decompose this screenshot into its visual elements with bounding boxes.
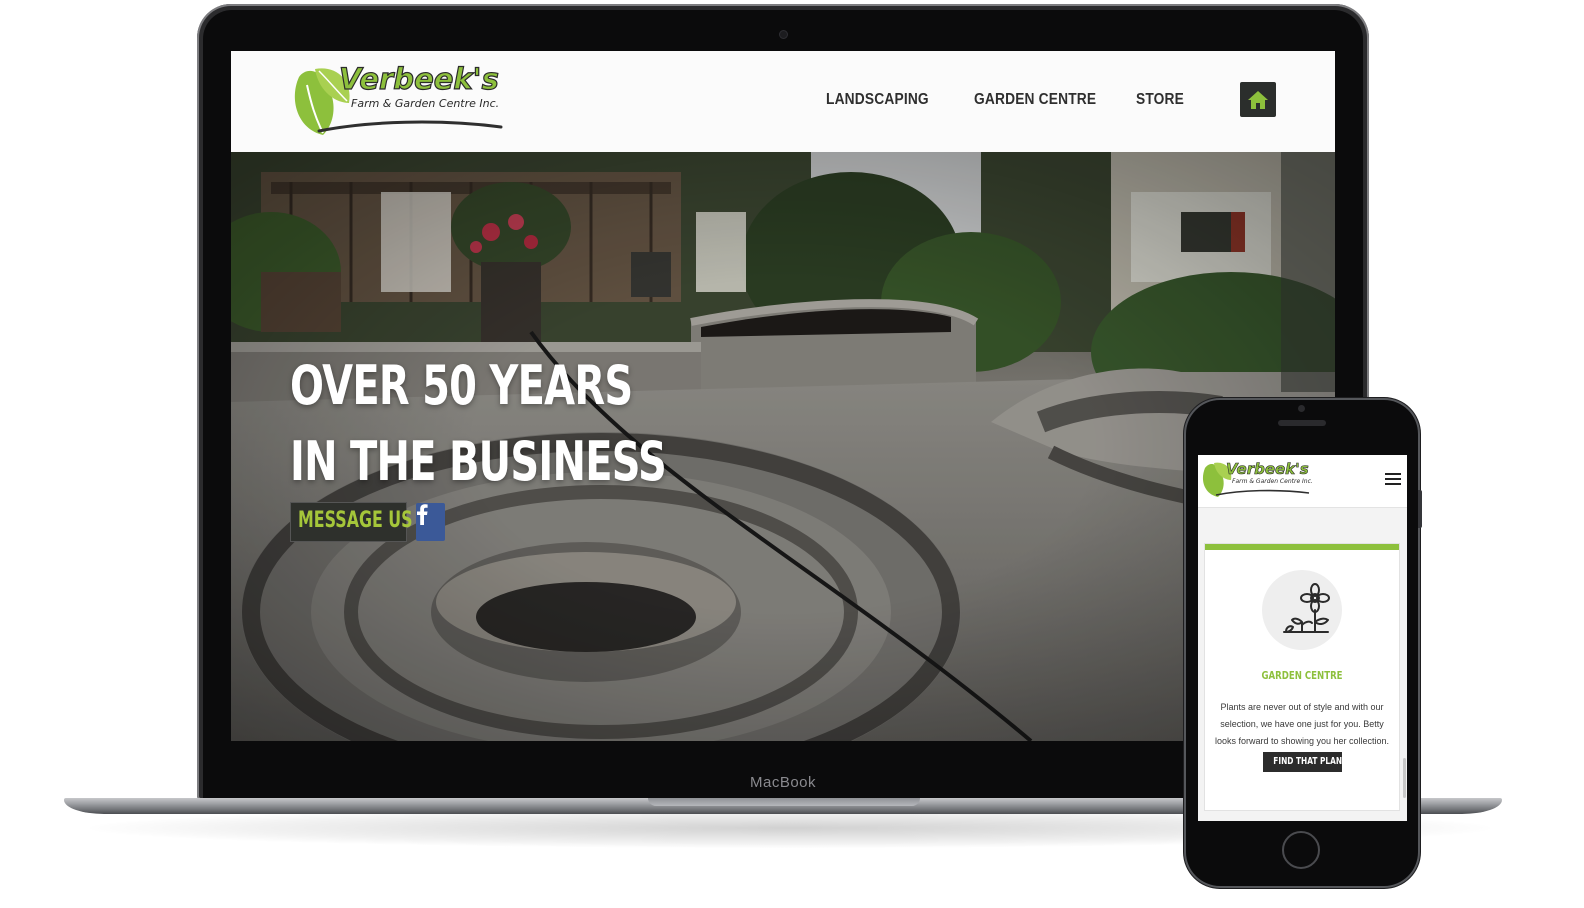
find-that-plant-button[interactable]: FIND THAT PLANT — [1263, 752, 1348, 772]
garden-centre-card: GARDEN CENTRE Plants are never out of st… — [1205, 544, 1399, 810]
phone-scrollbar[interactable] — [1403, 758, 1406, 798]
card-title: GARDEN CENTRE — [1261, 669, 1343, 682]
nav-landscaping[interactable]: LANDSCAPING — [826, 91, 929, 117]
message-us-label: MESSAGE US — [298, 508, 413, 533]
phone-site-header: Verbeek's Farm & Garden Centre Inc. — [1198, 455, 1407, 508]
logo-wordmark: Verbeek's — [339, 62, 499, 96]
hero-section: OVER 50 YEARS IN THE BUSINESS MESSAGE US — [231, 152, 1335, 741]
home-button[interactable] — [1240, 82, 1276, 117]
card-description: Plants are never out of style and with o… — [1214, 702, 1390, 746]
facebook-button[interactable] — [416, 503, 445, 541]
site-header: Verbeek's Farm & Garden Centre Inc. LAND… — [231, 51, 1335, 153]
phone-front-camera — [1298, 405, 1305, 412]
logo-tagline: Farm & Garden Centre Inc. — [351, 97, 499, 110]
site-logo[interactable]: Verbeek's Farm & Garden Centre Inc. — [289, 59, 511, 145]
home-icon — [1248, 90, 1268, 109]
card-icon-circle — [1262, 570, 1342, 650]
phone-side-button — [1418, 490, 1422, 528]
phone-home-button[interactable] — [1282, 831, 1320, 869]
nav-garden-centre[interactable]: GARDEN CENTRE — [974, 91, 1096, 117]
phone-screen: Verbeek's Farm & Garden Centre Inc. GARD… — [1198, 455, 1407, 821]
hamburger-menu-icon[interactable] — [1385, 473, 1401, 487]
laptop-camera — [780, 31, 787, 38]
laptop-notch — [648, 798, 920, 806]
message-us-button[interactable]: MESSAGE US — [290, 502, 413, 542]
macbook-label: MacBook — [749, 774, 817, 791]
find-that-plant-label: FIND THAT PLANT — [1273, 756, 1348, 767]
phone-site-logo[interactable]: Verbeek's Farm & Garden Centre Inc. — [1201, 458, 1315, 502]
phone-leaf-logo-icon: Verbeek's Farm & Garden Centre Inc. — [1202, 460, 1313, 497]
facebook-icon — [417, 504, 428, 525]
phone-speaker — [1278, 420, 1326, 426]
phone-body-content: GARDEN CENTRE Plants are never out of st… — [1198, 508, 1407, 821]
nav-store[interactable]: STORE — [1136, 91, 1184, 117]
laptop-screen: Verbeek's Farm & Garden Centre Inc. LAND… — [231, 51, 1335, 741]
phone-logo-wordmark: Verbeek's — [1226, 460, 1309, 478]
phone-logo-tagline: Farm & Garden Centre Inc. — [1232, 478, 1313, 485]
flower-plant-icon — [1283, 583, 1330, 633]
hero-title-line-1: OVER 50 YEARS — [290, 354, 633, 417]
hero-title-line-2: IN THE BUSINESS — [290, 430, 667, 493]
leaf-logo-icon: Verbeek's Farm & Garden Centre Inc. — [294, 61, 503, 135]
